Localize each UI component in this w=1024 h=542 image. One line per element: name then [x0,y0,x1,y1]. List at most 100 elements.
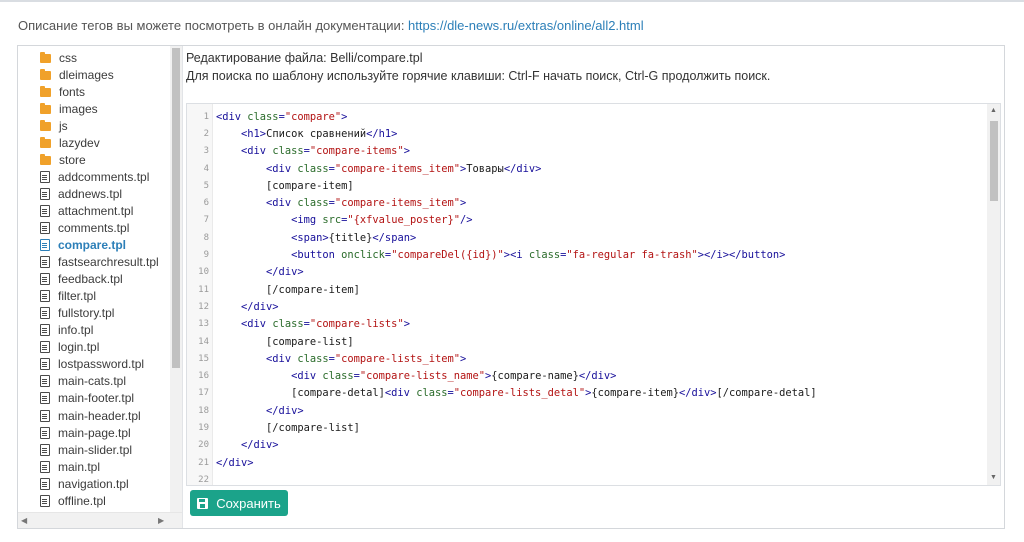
scroll-down-icon[interactable]: ▼ [990,474,997,481]
file-item[interactable]: filter.tpl [18,288,170,305]
file-item[interactable]: attachment.tpl [18,202,170,219]
code-line[interactable]: 12 </div> [187,298,987,315]
file-item[interactable]: compare.tpl [18,237,170,254]
code-token: {compare-name} [491,370,579,383]
code-line[interactable]: 21 </div> [187,454,987,471]
file-item[interactable]: fullstory.tpl [18,305,170,322]
file-icon [40,290,50,303]
code-token: <div [291,370,323,383]
tree-item-label: main-header.tpl [58,408,141,423]
file-item[interactable]: main-slider.tpl [18,441,170,458]
scrollbar-thumb[interactable] [990,121,998,201]
code-line[interactable]: 10 </div> [187,264,987,281]
code-token: "compareDel({id})" [391,249,504,262]
code-line[interactable]: 20 </div> [187,437,987,454]
code-line[interactable]: 3 <div class="compare-items"> [187,143,987,160]
line-number: 7 [203,215,209,226]
file-item[interactable]: comments.tpl [18,219,170,236]
folder-item[interactable]: lazydev [18,134,170,151]
code-token: <div [241,318,273,331]
code-line[interactable]: 11 [/compare-item] [187,281,987,298]
code-line-text: </div> [216,439,279,451]
scroll-left-icon[interactable]: ◀ [21,516,27,525]
code-line[interactable]: 18 </div> [187,402,987,419]
folder-icon [40,102,51,114]
file-item[interactable]: login.tpl [18,339,170,356]
code-line[interactable]: 1 <div class="compare"> [187,108,987,125]
code-line[interactable]: 14 [compare-list] [187,333,987,350]
file-item[interactable]: info.tpl [18,322,170,339]
tree-item-label: store [59,152,86,167]
file-item[interactable]: offline.tpl [18,492,170,509]
code-line[interactable]: 17 [compare-detal]<div class="compare-li… [187,385,987,402]
folder-item[interactable]: js [18,117,170,134]
code-token: <div [216,110,248,123]
code-token: <h1> [241,127,267,140]
code-token: > [460,352,467,365]
file-item[interactable]: navigation.tpl [18,475,170,492]
code-line-text: <div class="compare-items_item">Товары</… [216,163,541,175]
tree-item-label: main-cats.tpl [58,374,127,389]
file-item[interactable]: feedback.tpl [18,271,170,288]
folder-item[interactable]: store [18,151,170,168]
file-icon [40,256,50,269]
code-editor[interactable]: 1 <div class="compare"> 2 <h1>Список сравн… [186,103,1001,486]
scroll-right-icon[interactable]: ▶ [158,516,164,525]
file-item[interactable]: lostpassword.tpl [18,356,170,373]
scrollbar-thumb[interactable] [172,48,180,368]
line-number: 12 [198,301,209,312]
code-line[interactable]: 15 <div class="compare-lists_item"> [187,350,987,367]
code-line-text: <button onclick="compareDel({id})"><i cl… [216,249,785,261]
code-line[interactable]: 7 <img src="{xfvalue_poster}"/> [187,212,987,229]
file-item[interactable]: main-footer.tpl [18,390,170,407]
code-line[interactable]: 19 [/compare-list] [187,419,987,436]
code-line[interactable]: 4 <div class="compare-items_item">Товары… [187,160,987,177]
code-token: </div> [216,456,254,469]
file-tree-horizontal-scrollbar[interactable]: ◀ ▶ [18,512,182,528]
folder-item[interactable]: images [18,100,170,117]
code-token: ></i></button> [697,249,786,262]
file-icon [40,187,50,200]
code-line[interactable]: 13 <div class="compare-lists"> [187,316,987,333]
code-line-text: </div> [216,301,279,313]
code-line[interactable]: 16 <div class="compare-lists_name">{comp… [187,367,987,384]
code-line[interactable]: 2 <h1>Список сравнений</h1> [187,125,987,142]
file-item[interactable]: main.tpl [18,458,170,475]
code-line[interactable]: 8 <span>{title}</span> [187,229,987,246]
file-item[interactable]: main-page.tpl [18,424,170,441]
code-line[interactable]: 22 [187,471,987,485]
code-line[interactable]: 9 <button onclick="compareDel({id})"><i … [187,246,987,263]
scroll-up-icon[interactable]: ▲ [990,107,997,114]
file-icon [40,273,50,286]
tree-item-label: fonts [59,84,86,99]
code-content[interactable]: 1 <div class="compare"> 2 <h1>Список сравн… [187,108,987,485]
code-line[interactable]: 6 <div class="compare-items_item"> [187,194,987,211]
file-item[interactable]: main-cats.tpl [18,373,170,390]
file-item[interactable]: main-header.tpl [18,407,170,424]
folder-item[interactable]: fonts [18,83,170,100]
code-token: </div> [578,370,617,383]
file-icon [40,426,50,439]
editor-vertical-scrollbar[interactable]: ▲ ▼ [987,104,1000,485]
code-token: class [272,318,304,331]
code-token: {title} [328,231,373,244]
folder-item[interactable]: css [18,49,170,66]
code-token: [/compare-detal] [716,387,817,400]
documentation-link[interactable]: https://dle-news.ru/extras/online/all2.h… [408,18,644,33]
file-item[interactable]: addnews.tpl [18,185,170,202]
tree-item-label: lostpassword.tpl [58,357,145,372]
code-token: </div> [266,266,304,279]
file-tree-vertical-scrollbar[interactable] [170,46,182,512]
documentation-note-text: Описание тегов вы можете посмотреть в он… [18,18,409,33]
file-tree-list: css dleimages fonts images js lazydev store add… [18,49,170,509]
code-line[interactable]: 5 [compare-item] [187,177,987,194]
line-number: 1 [203,111,209,122]
save-button[interactable]: Сохранить [190,490,288,516]
folder-item[interactable]: dleimages [18,66,170,83]
file-item[interactable]: addcomments.tpl [18,168,170,185]
file-item[interactable]: fastsearchresult.tpl [18,254,170,271]
code-token: <img [291,214,323,227]
tree-item-label: fastsearchresult.tpl [58,255,159,270]
folder-icon [40,153,51,165]
